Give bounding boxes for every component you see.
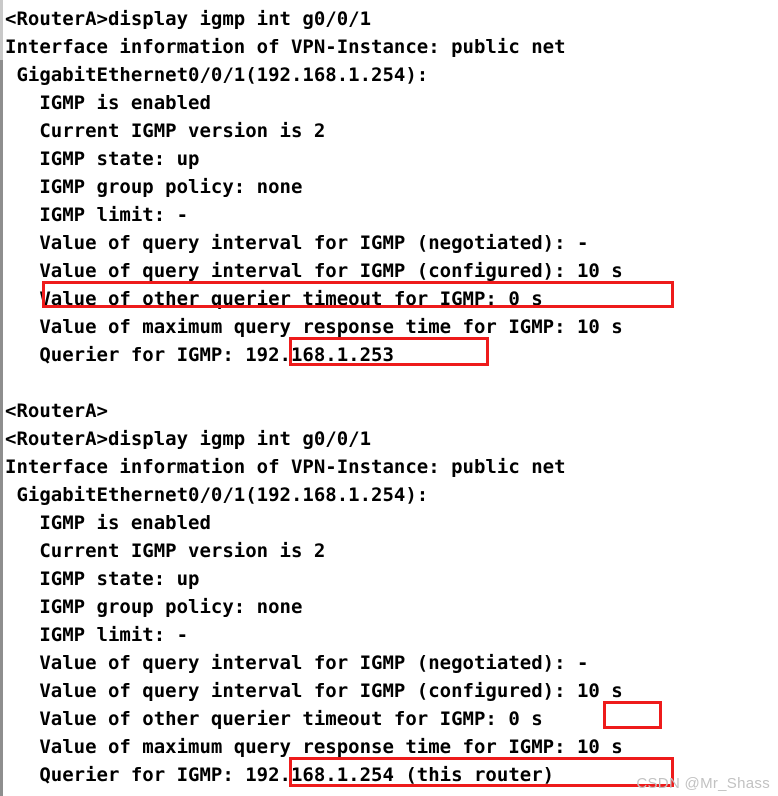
console-line: IGMP group policy: none	[5, 596, 303, 618]
console-line: Querier for IGMP: 192.168.1.253	[5, 344, 394, 366]
console-line: <RouterA>display igmp int g0/0/1	[5, 8, 372, 30]
console-line: Value of maximum query response time for…	[5, 736, 623, 758]
console-line: Querier for IGMP: 192.168.1.254 (this ro…	[5, 764, 555, 786]
console-line: IGMP state: up	[5, 148, 200, 170]
console-line: Current IGMP version is 2	[5, 540, 326, 562]
console-line: GigabitEthernet0/0/1(192.168.1.254):	[5, 484, 429, 506]
console-line: Value of query interval for IGMP (config…	[5, 260, 623, 282]
console-line: Value of other querier timeout for IGMP:…	[5, 288, 543, 310]
console-line: IGMP group policy: none	[5, 176, 303, 198]
console-line: Value of query interval for IGMP (negoti…	[5, 652, 589, 674]
terminal-screenshot: <RouterA>display igmp int g0/0/1 Interfac…	[0, 0, 778, 796]
console-line: Interface information of VPN-Instance: p…	[5, 36, 566, 58]
console-line: IGMP state: up	[5, 568, 200, 590]
console-line: GigabitEthernet0/0/1(192.168.1.254):	[5, 64, 429, 86]
console-line: Value of query interval for IGMP (config…	[5, 680, 623, 702]
console-line: Current IGMP version is 2	[5, 120, 326, 142]
console-line: IGMP is enabled	[5, 92, 211, 114]
console-line: <RouterA>display igmp int g0/0/1	[5, 428, 372, 450]
console-line: Value of other querier timeout for IGMP:…	[5, 708, 543, 730]
csdn-watermark: CSDN @Mr_Shass	[636, 775, 770, 792]
console-line: Interface information of VPN-Instance: p…	[5, 456, 566, 478]
console-line: IGMP is enabled	[5, 512, 211, 534]
console-line: Value of query interval for IGMP (negoti…	[5, 232, 589, 254]
console-line: IGMP limit: -	[5, 204, 189, 226]
console-line: <RouterA>	[5, 400, 108, 422]
console-line: Value of maximum query response time for…	[5, 316, 623, 338]
console-line: IGMP limit: -	[5, 624, 189, 646]
console-output[interactable]: <RouterA>display igmp int g0/0/1 Interfac…	[0, 0, 778, 796]
